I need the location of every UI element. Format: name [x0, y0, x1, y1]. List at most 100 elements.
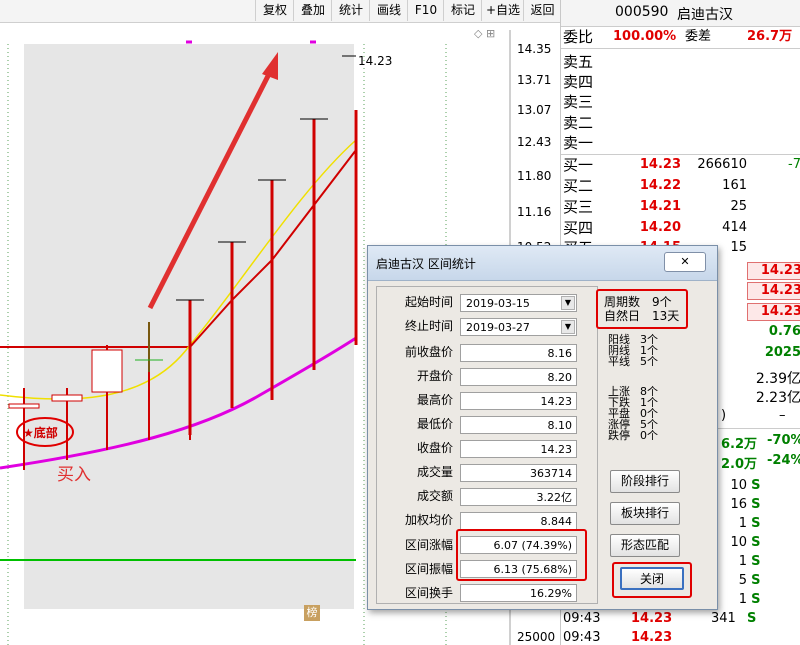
tick-side: S	[751, 554, 761, 569]
tick-volume: 10	[730, 478, 747, 493]
volume-tick: 25000	[517, 630, 556, 644]
stats-button[interactable]: 统计	[331, 0, 370, 21]
range-amplitude-value: 6.13 (75.68%)	[460, 560, 577, 578]
tape-row: 09:43 14.23 341 S	[561, 611, 800, 631]
start-date-select[interactable]: 2019-03-15 ▼	[460, 294, 577, 312]
sell-level-label: 卖一	[563, 134, 594, 152]
stat-value: 0个	[640, 429, 658, 442]
tick-side: S	[751, 535, 761, 550]
price-tick: 13.07	[517, 103, 552, 117]
field-label: 成交量	[416, 465, 453, 479]
pattern-match-button[interactable]: 形态匹配	[610, 534, 680, 557]
wei-bi-value: 100.00%	[613, 29, 677, 44]
buy-level-volume: 25	[730, 199, 747, 214]
sell-level-label: 卖五	[563, 53, 594, 71]
amount-value: 2.39亿	[755, 371, 800, 387]
field-label: 前收盘价	[404, 345, 453, 359]
wei-bi-label: 委比	[563, 28, 594, 46]
sector-rank-button[interactable]: 板块排行	[610, 502, 680, 525]
candle	[8, 403, 40, 409]
buy-level-row: 买四 14.20 414	[561, 218, 800, 238]
tape-row: 09:43 14.23	[561, 630, 800, 645]
tape-volume: 341	[711, 611, 736, 626]
close-icon[interactable]: ✕	[664, 252, 706, 272]
price-tick: 12.43	[517, 135, 552, 149]
add-watchlist-button[interactable]: +自选	[481, 0, 524, 21]
sell-level-label: 卖三	[563, 93, 594, 111]
chart-corner-icons[interactable]: ◇ ⊞	[474, 27, 495, 40]
chevron-down-icon[interactable]: ▼	[561, 296, 575, 310]
tick-volume: 1	[738, 516, 747, 531]
stat-value: 14.23	[747, 303, 800, 321]
turnover-amount-value: 3.22亿	[460, 488, 577, 506]
volume-value: 363714	[460, 464, 577, 482]
end-date-select[interactable]: 2019-03-27 ▼	[460, 318, 577, 336]
stat-value: 0.76	[768, 324, 800, 339]
amount-value: 2.23亿	[755, 390, 800, 406]
wei-cha-label: 委差	[685, 29, 712, 44]
stage-rank-button[interactable]: 阶段排行	[610, 470, 680, 493]
high-value: 14.23	[460, 392, 577, 410]
stat-value: 14.23	[747, 282, 800, 300]
field-label: 最低价	[416, 417, 453, 431]
f10-button[interactable]: F10	[407, 0, 444, 21]
stat-value: 2025	[764, 345, 800, 360]
end-date-value: 2019-03-27	[466, 321, 530, 334]
dialog-titlebar[interactable]: 启迪古汉 区间统计 ✕	[368, 246, 717, 281]
last-price-label: 14.23	[358, 54, 393, 68]
buy-level-label: 买四	[563, 219, 594, 237]
tick-volume: 1	[738, 592, 747, 607]
buy-level-volume: 414	[722, 220, 747, 235]
annotation-bottom: ★底部	[23, 426, 58, 440]
start-date-value: 2019-03-15	[466, 297, 530, 310]
buy-level-label: 买三	[563, 198, 594, 216]
flow-percent: -70%	[767, 433, 800, 448]
flow-value: 6.2万	[721, 437, 758, 452]
flow-percent: -24%	[767, 453, 800, 468]
field-label: 起始时间	[404, 295, 453, 309]
tick-side: S	[751, 516, 761, 531]
buy-level-volume: 266610	[697, 157, 747, 172]
fuquan-button[interactable]: 复权	[255, 0, 294, 21]
sell-level-label: 卖四	[563, 73, 594, 91]
draw-line-button[interactable]: 画线	[369, 0, 408, 21]
price-tick: 11.80	[517, 169, 552, 183]
buy-level-label: 买二	[563, 177, 594, 195]
highlight-box	[612, 562, 692, 598]
prev-close-value: 8.16	[460, 344, 577, 362]
buy-level-price: 14.21	[639, 199, 681, 214]
stat-label: 平线	[608, 355, 630, 368]
price-tick: 14.35	[517, 42, 552, 56]
back-button[interactable]: 返回	[523, 0, 561, 21]
price-tick: 13.71	[517, 73, 552, 87]
tape-time: 09:43	[563, 611, 601, 626]
tick-volume: 1	[738, 554, 747, 569]
buy-level-price: 14.23	[639, 157, 681, 172]
stock-name: 启迪古汉	[677, 7, 733, 23]
field-label: 加权均价	[404, 513, 453, 527]
stat-value: 14.23	[747, 262, 800, 280]
candle	[91, 349, 123, 393]
buy-level-change: -7	[788, 157, 800, 172]
field-label: 最高价	[416, 393, 453, 407]
tick-side: S	[751, 478, 761, 493]
wei-cha-value: 26.7万	[747, 29, 793, 44]
natural-days-value: 13天	[652, 309, 680, 323]
tick-side: S	[751, 497, 761, 512]
rank-badge[interactable]: 榜	[304, 605, 320, 621]
sell-level-label: 卖二	[563, 114, 594, 132]
overlay-button[interactable]: 叠加	[293, 0, 332, 21]
tape-price: 14.23	[631, 611, 673, 626]
mark-button[interactable]: 标记	[443, 0, 482, 21]
wei-bi-row: 委比 100.00% 委差 26.7万	[561, 27, 800, 47]
buy-level-price: 14.22	[639, 178, 681, 193]
tick-side: S	[751, 592, 761, 607]
tick-list: 10 S 16 S 1 S 10 S 1 S 5 S 1 S	[717, 478, 797, 611]
stock-code: 000590	[615, 4, 669, 20]
chevron-down-icon[interactable]: ▼	[561, 320, 575, 334]
field-label: 终止时间	[404, 319, 453, 333]
dialog-title: 启迪古汉 区间统计	[376, 257, 476, 271]
tape-time: 09:43	[563, 630, 601, 645]
tick-volume: 10	[730, 535, 747, 550]
tick-side: S	[751, 573, 761, 588]
